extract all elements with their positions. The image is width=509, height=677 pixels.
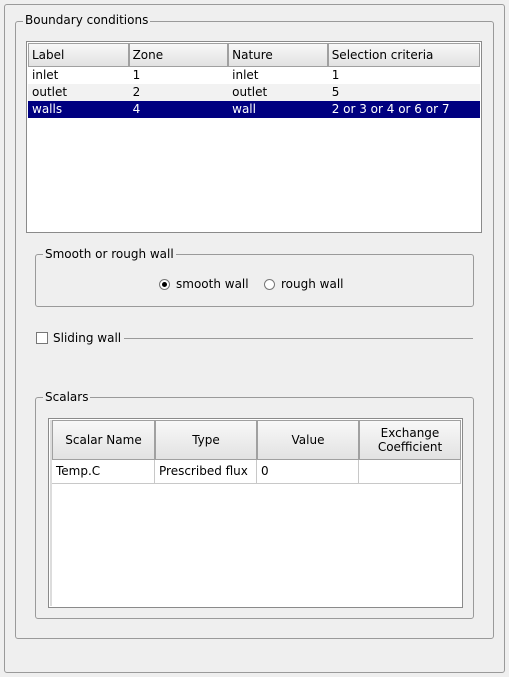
cell-label: walls <box>32 102 63 116</box>
radio-unchecked-icon[interactable] <box>264 278 275 290</box>
column-header-value[interactable]: Value <box>257 420 359 460</box>
column-header-label[interactable]: Label <box>28 43 129 67</box>
rough-wall-label: rough wall <box>281 277 344 291</box>
column-header-selection-criteria[interactable]: Selection criteria <box>327 43 480 67</box>
table-row-selected[interactable]: walls 4 wall 2 or 3 or 4 or 6 or 7 <box>28 101 480 118</box>
cell-label: outlet <box>32 85 68 99</box>
scalars-table[interactable]: Scalar Name Type Value Exchange Coeffici… <box>48 418 463 608</box>
cell-label: inlet <box>32 68 59 82</box>
cell-nature: outlet <box>232 85 268 99</box>
column-header-zone[interactable]: Zone <box>128 43 229 67</box>
sliding-wall-divider <box>124 338 473 339</box>
rough-wall-radio[interactable]: rough wall <box>264 277 344 291</box>
cell-criteria: 2 or 3 or 4 or 6 or 7 <box>331 102 450 116</box>
scalars-title: Scalars <box>43 390 91 404</box>
table-header: Scalar Name Type Value Exchange Coeffici… <box>52 420 461 460</box>
cell-criteria: 1 <box>331 68 340 82</box>
table-row[interactable]: inlet 1 inlet 1 <box>28 67 480 84</box>
column-header-type[interactable]: Type <box>155 420 257 460</box>
table-row[interactable]: Temp.C Prescribed flux 0 <box>52 460 461 484</box>
cell-value[interactable]: 0 <box>257 460 359 484</box>
cell-exchange-coefficient[interactable] <box>359 460 461 484</box>
table-row[interactable]: outlet 2 outlet 5 <box>28 84 480 101</box>
sliding-wall-label[interactable]: Sliding wall <box>53 331 121 345</box>
cell-nature: inlet <box>232 68 259 82</box>
cell-type[interactable]: Prescribed flux <box>155 460 257 484</box>
wall-type-title: Smooth or rough wall <box>43 247 176 261</box>
cell-zone: 2 <box>132 85 141 99</box>
sliding-wall-checkbox[interactable] <box>36 332 48 344</box>
boundary-conditions-table[interactable]: Label Zone Nature Selection criteria inl… <box>26 41 482 233</box>
smooth-wall-radio[interactable]: smooth wall <box>159 277 249 291</box>
cell-zone: 4 <box>132 102 141 116</box>
table-header: Label Zone Nature Selection criteria <box>28 43 480 67</box>
cell-zone: 1 <box>132 68 141 82</box>
radio-checked-icon[interactable] <box>159 278 170 290</box>
cell-criteria: 5 <box>331 85 340 99</box>
cell-scalar-name[interactable]: Temp.C <box>52 460 155 484</box>
smooth-wall-label: smooth wall <box>176 277 249 291</box>
column-header-nature[interactable]: Nature <box>228 43 328 67</box>
cell-nature: wall <box>232 102 256 116</box>
wall-type-group <box>35 254 474 307</box>
boundary-conditions-title: Boundary conditions <box>23 13 151 27</box>
column-header-exchange-coefficient[interactable]: Exchange Coefficient <box>359 420 461 460</box>
column-header-scalar-name[interactable]: Scalar Name <box>52 420 155 460</box>
